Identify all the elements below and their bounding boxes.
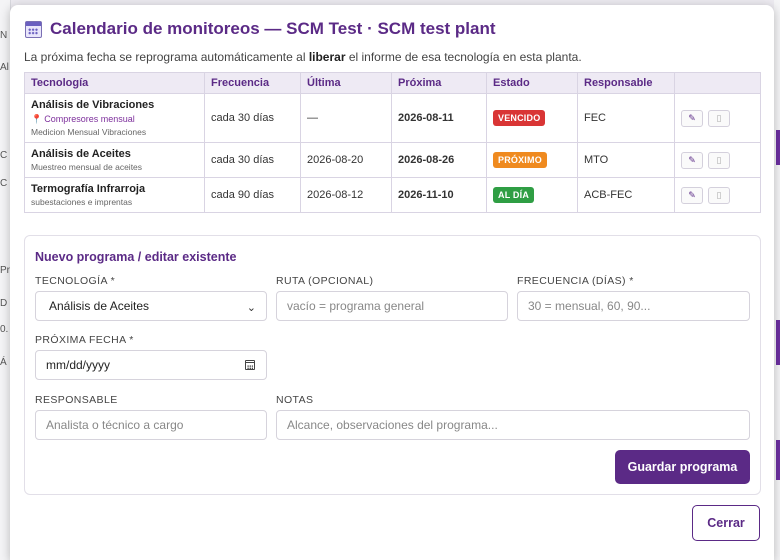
program-form: Nuevo programa / editar existente TECNOL… <box>24 235 761 495</box>
table-row: Análisis de Vibraciones 📍 Compresores men… <box>24 93 761 143</box>
pin-icon: 📍 <box>31 114 43 124</box>
modal-subtitle: La próxima fecha se reprograma automátic… <box>24 50 582 64</box>
bg-text: 0. <box>0 324 9 335</box>
delete-button[interactable]: ▯ <box>708 151 730 169</box>
col-header-technology: Tecnología <box>24 72 205 94</box>
technology-value: Análisis de Aceites <box>49 299 150 313</box>
cell-actions: ✎ ▯ <box>674 177 761 213</box>
status-badge: AL DÍA <box>493 187 535 203</box>
close-button[interactable]: Cerrar <box>692 505 760 541</box>
cell-owner: FEC <box>577 93 675 143</box>
notes-input[interactable]: Alcance, observaciones del programa... <box>276 410 750 440</box>
subtitle-text: La próxima fecha se reprograma automátic… <box>24 50 309 64</box>
owner-input[interactable]: Analista o técnico a cargo <box>35 410 267 440</box>
technology-select[interactable]: Análisis de Aceites ⌄ <box>35 291 267 321</box>
delete-button[interactable]: ▯ <box>708 186 730 204</box>
notes-label: NOTAS <box>276 394 314 406</box>
cell-actions: ✎ ▯ <box>674 93 761 143</box>
schedule-table: Tecnología Frecuencia Última Próxima Est… <box>24 72 761 213</box>
status-badge: VENCIDO <box>493 110 546 126</box>
cell-last: — <box>300 93 392 143</box>
col-header-next: Próxima <box>391 72 487 94</box>
next-date-input[interactable]: mm/dd/yyyy <box>35 350 267 380</box>
bg-text: Pr <box>0 265 10 276</box>
tech-description: Medicion Mensual Vibraciones <box>31 127 147 137</box>
modal-title-text: Calendario de monitoreos — SCM Test · SC… <box>50 19 496 38</box>
bg-text: Á <box>0 357 7 368</box>
tech-name: Análisis de Vibraciones <box>31 99 155 111</box>
edit-button[interactable]: ✎ <box>681 186 703 204</box>
route-tag: 📍 Compresores mensual <box>31 114 198 125</box>
frequency-input[interactable]: 30 = mensual, 60, 90... <box>517 291 750 321</box>
table-header-row: Tecnología Frecuencia Última Próxima Est… <box>24 72 761 94</box>
background-page-right <box>774 0 780 560</box>
pencil-icon: ✎ <box>688 154 696 165</box>
col-header-status: Estado <box>486 72 578 94</box>
form-title: Nuevo programa / editar existente <box>35 250 237 264</box>
bg-text: C <box>0 178 8 189</box>
cell-technology: Termografía Infrarroja subestaciones e i… <box>24 177 205 213</box>
trash-icon: ▯ <box>716 112 722 123</box>
edit-button[interactable]: ✎ <box>681 109 703 127</box>
cell-next: 2026-11-10 <box>391 177 487 213</box>
modal-title: Calendario de monitoreos — SCM Test · SC… <box>25 19 496 39</box>
cell-technology: Análisis de Vibraciones 📍 Compresores men… <box>24 93 205 143</box>
pencil-icon: ✎ <box>688 189 696 200</box>
cell-last: 2026-08-20 <box>300 142 392 178</box>
tech-description: subestaciones e imprentas <box>31 197 133 207</box>
cell-next: 2026-08-11 <box>391 93 487 143</box>
cell-owner: MTO <box>577 142 675 178</box>
cell-status: VENCIDO <box>486 93 578 143</box>
pencil-icon: ✎ <box>688 112 696 123</box>
bg-text: D <box>0 298 8 309</box>
route-name: Compresores mensual <box>44 114 135 124</box>
monitoring-calendar-modal: Calendario de monitoreos — SCM Test · SC… <box>10 5 774 560</box>
cell-frequency: cada 30 días <box>204 93 301 143</box>
tech-description: Muestreo mensual de aceites <box>31 162 143 172</box>
chevron-down-icon: ⌄ <box>246 302 256 314</box>
subtitle-bold: liberar <box>308 50 346 64</box>
edit-button[interactable]: ✎ <box>681 151 703 169</box>
tech-name: Termografía Infrarroja <box>31 183 146 195</box>
col-header-frequency: Frecuencia <box>204 72 301 94</box>
subtitle-text-end: el informe de esa tecnología en esta pla… <box>345 50 582 64</box>
cell-frequency: cada 90 días <box>204 177 301 213</box>
bg-text: Al <box>0 62 9 73</box>
cell-actions: ✎ ▯ <box>674 142 761 178</box>
delete-button[interactable]: ▯ <box>708 109 730 127</box>
route-label: RUTA (OPCIONAL) <box>276 275 374 287</box>
frequency-label: FRECUENCIA (DÍAS) * <box>517 275 634 287</box>
bg-text: N <box>0 30 8 41</box>
trash-icon: ▯ <box>716 154 722 165</box>
owner-label: RESPONSABLE <box>35 394 118 406</box>
cell-next: 2026-08-26 <box>391 142 487 178</box>
date-placeholder: mm/dd/yyyy <box>46 358 111 372</box>
cell-status: PRÓXIMO <box>486 142 578 178</box>
cell-owner: ACB-FEC <box>577 177 675 213</box>
cell-frequency: cada 30 días <box>204 142 301 178</box>
col-header-owner: Responsable <box>577 72 675 94</box>
table-row: Termografía Infrarroja subestaciones e i… <box>24 177 761 213</box>
cell-technology: Análisis de Aceites Muestreo mensual de … <box>24 142 205 178</box>
technology-label: TECNOLOGÍA * <box>35 275 116 287</box>
calendar-icon <box>25 20 42 38</box>
cell-last: 2026-08-12 <box>300 177 392 213</box>
table-row: Análisis de Aceites Muestreo mensual de … <box>24 142 761 178</box>
col-header-last: Última <box>300 72 392 94</box>
calendar-picker-icon[interactable] <box>245 360 255 370</box>
bg-text: C <box>0 150 8 161</box>
tech-name: Análisis de Aceites <box>31 148 131 160</box>
cell-status: AL DÍA <box>486 177 578 213</box>
route-input[interactable]: vacío = programa general <box>276 291 508 321</box>
trash-icon: ▯ <box>716 189 722 200</box>
status-badge: PRÓXIMO <box>493 152 547 168</box>
next-date-label: PRÓXIMA FECHA * <box>35 334 134 346</box>
col-header-actions <box>674 72 761 94</box>
save-program-button[interactable]: Guardar programa <box>615 450 750 484</box>
